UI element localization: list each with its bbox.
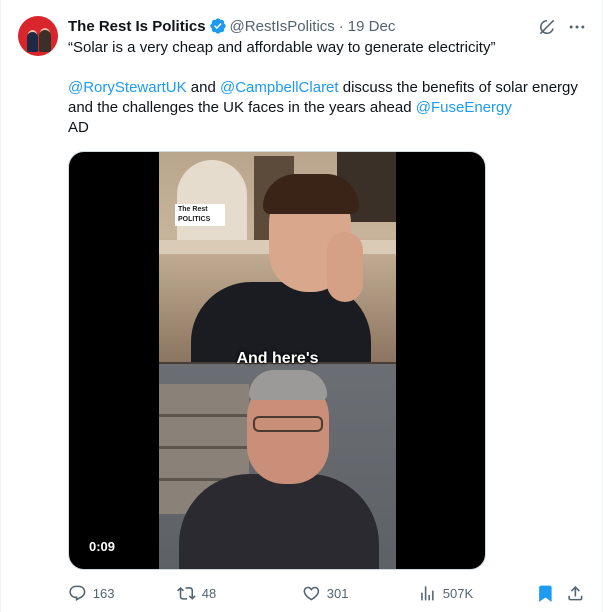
like-count: 301	[326, 585, 349, 601]
like-icon	[303, 586, 320, 601]
video-player[interactable]: The Rest POLITICS And here's 0:09	[68, 151, 486, 570]
post-date[interactable]: 19 Dec	[348, 18, 396, 35]
verified-badge-icon[interactable]	[209, 17, 227, 35]
author-handle[interactable]: @RestIsPolitics	[230, 18, 335, 35]
repost-count: 48	[201, 585, 217, 601]
views-button[interactable]: 507K	[418, 581, 473, 605]
views-count: 507K	[442, 585, 474, 601]
tweet-body: @RoryStewartUK and @CampbellClaret discu…	[68, 78, 578, 118]
tweet-quote: “Solar is a very cheap and affordable wa…	[68, 39, 496, 56]
video-subtitle: And here's	[236, 350, 319, 367]
like-button[interactable]: 301	[302, 581, 348, 605]
repost-icon	[177, 586, 196, 600]
header-separator: ·	[338, 17, 344, 35]
views-icon	[421, 585, 434, 601]
reply-count: 163	[92, 585, 115, 601]
tweet-header: The Rest Is Politics @RestIsPolitics · 1…	[68, 16, 395, 36]
bookmark-button[interactable]	[536, 581, 561, 605]
share-button[interactable]	[566, 581, 591, 605]
more-options-icon[interactable]	[567, 17, 587, 37]
tweet-text: “Solar is a very cheap and affordable wa…	[68, 38, 578, 138]
action-bar: 163 48 301 507K	[68, 581, 588, 605]
text-and: and	[186, 79, 220, 96]
author-avatar[interactable]	[18, 16, 58, 56]
author-name[interactable]: The Rest Is Politics	[68, 18, 206, 35]
ad-label: AD	[68, 119, 89, 136]
reply-button[interactable]: 163	[68, 581, 114, 605]
video-top-panel: The Rest POLITICS	[159, 152, 396, 372]
tweet-card: The Rest Is Politics @RestIsPolitics · 1…	[0, 0, 603, 612]
video-bottom-panel	[159, 364, 396, 569]
mention-campbell[interactable]: @CampbellClaret	[220, 79, 339, 96]
repost-button[interactable]: 48	[177, 581, 216, 605]
share-icon	[568, 585, 583, 601]
video-timestamp: 0:09	[83, 536, 122, 558]
avatar-figure-left	[27, 32, 38, 52]
mention-rory[interactable]: @RoryStewartUK	[68, 79, 187, 96]
grok-icon[interactable]	[537, 17, 557, 37]
avatar-figure-right	[39, 30, 51, 52]
reply-icon	[69, 585, 86, 601]
video-frame: The Rest POLITICS And here's	[159, 152, 396, 569]
video-logo-card: The Rest POLITICS	[175, 204, 225, 226]
bookmark-icon	[539, 585, 552, 602]
mention-fuse[interactable]: @FuseEnergy	[416, 99, 512, 116]
